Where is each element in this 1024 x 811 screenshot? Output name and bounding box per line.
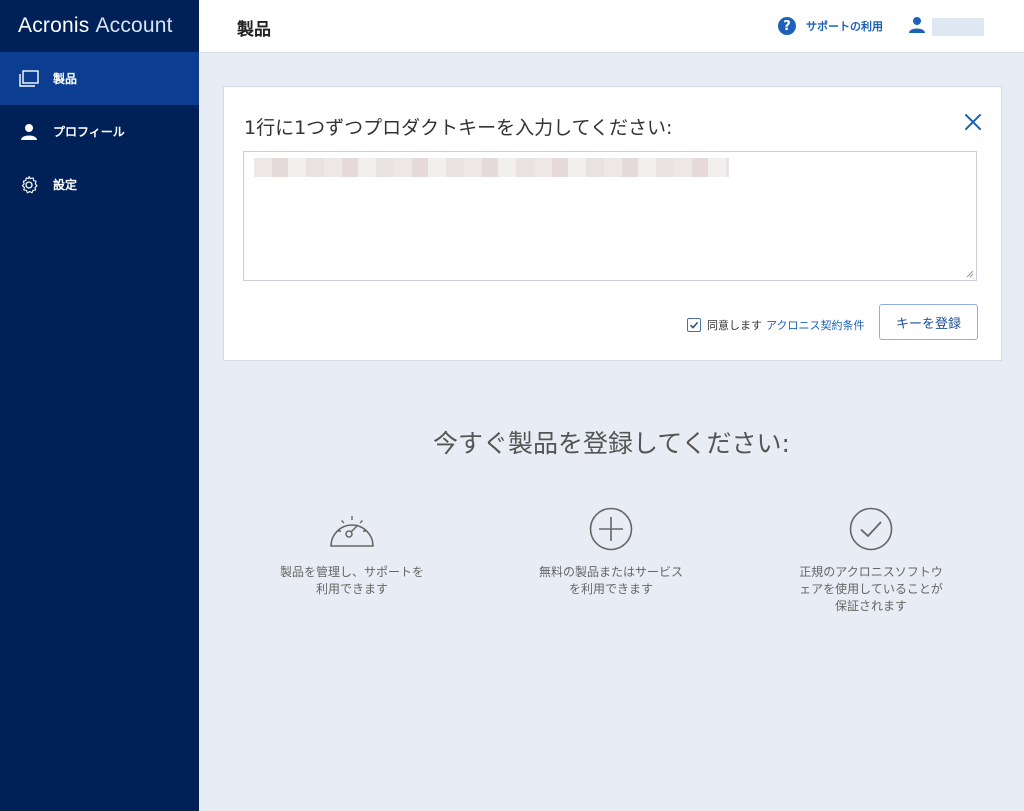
support-label: サポートの利用: [806, 20, 883, 33]
card-title: 1行に1つずつプロダクトキーを入力してください:: [244, 117, 673, 139]
brand-name-account: Account: [95, 14, 173, 37]
sidebar-item-label: 製品: [53, 72, 78, 86]
user-icon: [908, 16, 926, 38]
feature-text: 正規のアクロニスソフトウェアを使用していることが保証されます: [799, 565, 943, 613]
sidebar-item-label: 設定: [53, 178, 78, 192]
plus-circle-icon: [589, 507, 633, 551]
brand-name-acronis: Acronis: [18, 14, 90, 37]
brand-logo[interactable]: Acronis Account: [0, 0, 199, 52]
agree-checkbox[interactable]: [687, 318, 701, 332]
feature-text: 製品を管理し、サポートを利用できます: [279, 565, 424, 596]
gear-icon: [18, 174, 40, 196]
register-key-button[interactable]: キーを登録: [879, 304, 978, 340]
speedometer-icon: [330, 516, 374, 547]
feature-genuine: 正規のアクロニスソフトウェアを使用していることが保証されます: [796, 506, 946, 615]
feature-free: 無料の製品またはサービスを利用できます: [536, 506, 686, 598]
terms-agreement: 同意します アクロニス契約条件: [687, 317, 864, 333]
sidebar: Acronis Account 製品 プロフィール 設定: [0, 0, 199, 811]
user-name-redacted: [932, 18, 984, 36]
help-icon: ?: [778, 17, 796, 35]
resize-handle-icon[interactable]: [966, 270, 974, 278]
sidebar-item-profile[interactable]: プロフィール: [0, 105, 199, 158]
sidebar-item-label: プロフィール: [53, 125, 125, 139]
check-circle-icon: [849, 507, 893, 551]
user-menu[interactable]: [908, 16, 984, 38]
terms-link[interactable]: アクロニス契約条件: [766, 317, 864, 333]
user-icon: [18, 121, 40, 143]
support-link[interactable]: ? サポートの利用: [778, 17, 883, 35]
close-icon[interactable]: [962, 111, 984, 133]
redacted-key-text: [254, 158, 729, 177]
products-icon: [18, 68, 40, 90]
sidebar-item-products[interactable]: 製品: [0, 52, 199, 105]
feature-manage: 製品を管理し、サポートを利用できます: [277, 506, 427, 598]
top-header: 製品 ? サポートの利用: [199, 0, 1024, 53]
sidebar-item-settings[interactable]: 設定: [0, 158, 199, 211]
agree-label: 同意します: [707, 319, 762, 332]
product-key-card: 1行に1つずつプロダクトキーを入力してください: 同意します アクロニス契約条件…: [223, 86, 1002, 361]
product-key-textarea[interactable]: [243, 151, 977, 281]
promo-title: 今すぐ製品を登録してください:: [433, 429, 790, 458]
page-title: 製品: [237, 20, 271, 40]
feature-text: 無料の製品またはサービスを利用できます: [538, 565, 683, 596]
checkmark-icon: [689, 321, 699, 329]
